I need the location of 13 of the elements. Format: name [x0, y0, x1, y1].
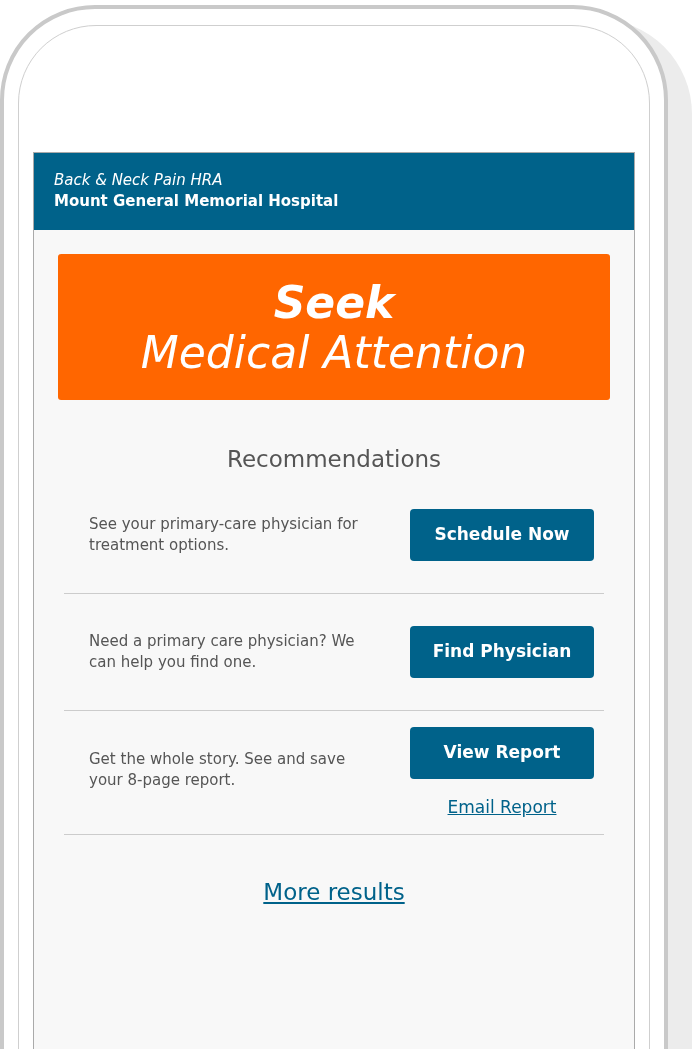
section-title: Recommendations	[225, 445, 443, 474]
recommendation-text: Need a primary care physician? We can help you find one.	[89, 630, 356, 673]
banner-heading: Seek	[272, 278, 397, 328]
recommendation-text: See your primary-care physician for treatment options.	[89, 513, 359, 556]
action-button[interactable]: Find Physician	[410, 625, 594, 678]
action-button[interactable]: View Report	[410, 726, 594, 779]
header-subtitle: Back & Neck Pain HRA	[54, 170, 224, 191]
banner-subheading: Medical Attention	[139, 328, 529, 378]
header-title: Mount General Memorial Hospital	[54, 191, 340, 212]
action-button[interactable]: Schedule Now	[410, 508, 594, 561]
recommendation-text: Get the whole story. See and save your 8-page report.	[89, 748, 347, 791]
more-results-link[interactable]: More results	[263, 879, 405, 905]
email-report-link[interactable]: Email Report	[447, 794, 557, 820]
